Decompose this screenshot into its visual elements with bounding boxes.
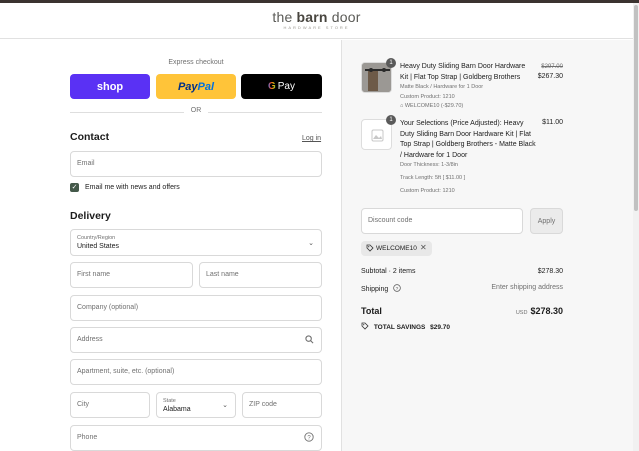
google-pay-label: Pay: [277, 81, 295, 92]
zip-placeholder: ZIP code: [249, 401, 277, 408]
search-icon[interactable]: [305, 335, 314, 346]
help-icon[interactable]: ?: [304, 432, 314, 444]
news-checkbox-label: Email me with news and offers: [85, 184, 180, 191]
country-select[interactable]: Country/Region United States ⌄: [70, 229, 322, 256]
item-name-line: Heavy Duty Sliding Barn Door Hardware: [400, 63, 526, 70]
item-custom-product: Custom Product: 1210: [400, 188, 455, 194]
paypal-button[interactable]: Pay Pal: [156, 74, 236, 99]
quantity-badge: 1: [386, 115, 396, 125]
item-discount-text: WELCOME10 (-$29.70): [404, 103, 464, 109]
address-placeholder: Address: [77, 336, 103, 343]
total-label: Total: [361, 306, 382, 316]
country-value: United States: [77, 243, 120, 250]
shipping-value: Enter shipping address: [491, 284, 563, 291]
total-savings-label: TOTAL SAVINGS: [373, 324, 426, 331]
item-price: $267.30: [537, 73, 563, 80]
quantity-badge: 1: [386, 58, 396, 68]
checkout-form-panel: Express checkout shop Pay Pal G Pay OR Con…: [0, 40, 341, 451]
apply-button[interactable]: Apply: [530, 208, 563, 234]
original-price: $297.00: [541, 64, 563, 70]
total-amount: USD $278.30: [516, 306, 563, 316]
chevron-down-icon: ⌄: [222, 402, 228, 409]
item-name-line: Top Strap | Goldberg Brothers - Matte Bl…: [400, 141, 536, 148]
item-custom-product: Custom Product: 1210: [400, 94, 455, 100]
city-placeholder: City: [77, 401, 90, 408]
state-value: Alabama: [163, 406, 191, 413]
last-name-field[interactable]: Last name: [199, 262, 322, 288]
total-savings: TOTAL SAVINGS $29.70: [361, 322, 450, 332]
site-header: the barn door HARDWARE STORE: [0, 3, 633, 39]
total-value: $278.30: [530, 306, 563, 316]
first-name-field[interactable]: First name: [70, 262, 193, 288]
company-field[interactable]: Company (optional): [70, 295, 322, 321]
last-name-placeholder: Last name: [206, 271, 239, 278]
logo-subtitle: HARDWARE STORE: [283, 25, 350, 30]
or-divider: OR: [70, 107, 322, 117]
zip-field[interactable]: ZIP code: [242, 392, 322, 418]
applied-code-text: WELCOME10: [376, 245, 417, 252]
shop-pay-label: shop: [96, 80, 124, 93]
page-scrollbar[interactable]: [633, 3, 639, 451]
email-field[interactable]: Email: [70, 151, 322, 177]
close-icon[interactable]: ✕: [420, 243, 427, 252]
total-savings-value: $29.70: [430, 324, 451, 331]
tag-icon: ⌂: [400, 103, 404, 109]
city-field[interactable]: City: [70, 392, 150, 418]
logo-word-door: door: [331, 9, 361, 25]
google-pay-button[interactable]: G Pay: [241, 74, 322, 99]
subtotal-label: Subtotal · 2 items: [361, 268, 416, 275]
phone-field[interactable]: Phone ?: [70, 425, 322, 451]
subtotal-value: $278.30: [537, 268, 563, 275]
item-variant: Matte Black / Hardware for 1 Door: [400, 84, 484, 90]
shipping-label: Shipping: [361, 286, 389, 293]
or-text: OR: [190, 107, 202, 114]
contact-heading: Contact: [70, 131, 110, 143]
logo-word-barn: barn: [296, 9, 328, 25]
shipping-row: Shipping ?: [361, 284, 401, 294]
item-name-line: Kit | Flat Top Strap | Goldberg Brothers: [400, 73, 521, 81]
chevron-down-icon: ⌄: [308, 240, 314, 247]
first-name-placeholder: First name: [77, 271, 111, 278]
help-icon[interactable]: ?: [393, 284, 401, 294]
item-name-line: Duty Sliding Barn Door Hardware Kit | Fl…: [400, 130, 531, 138]
logo-word-the: the: [272, 9, 293, 25]
tag-icon: [366, 244, 374, 254]
currency-code: USD: [515, 310, 528, 316]
state-label: State: [163, 398, 176, 404]
apartment-placeholder: Apartment, suite, etc. (optional): [77, 368, 175, 375]
store-logo[interactable]: the barn door: [0, 9, 633, 25]
news-checkbox[interactable]: ✓: [70, 183, 79, 192]
order-summary-panel: 1 Heavy Duty Sliding Barn Door Hardware …: [341, 40, 633, 451]
discount-placeholder: Discount code: [368, 217, 413, 224]
item-name-line: / Hardware for 1 Door: [400, 151, 468, 159]
discount-code-field[interactable]: Discount code: [361, 208, 523, 234]
applied-code-tag: WELCOME10 ✕: [361, 241, 432, 256]
item-discount: ⌂ WELCOME10 (-$29.70): [400, 103, 463, 109]
item-price: $11.00: [542, 119, 563, 126]
google-g-icon: G: [267, 81, 276, 92]
company-placeholder: Company (optional): [77, 304, 139, 311]
email-placeholder: Email: [77, 160, 95, 167]
login-link[interactable]: Log in: [302, 135, 321, 142]
item-track-length: Track Length: 5ft [ $11.00 ]: [400, 175, 466, 181]
item-door-thickness: Door Thickness: 1-3/8in: [400, 162, 458, 168]
apartment-field[interactable]: Apartment, suite, etc. (optional): [70, 359, 322, 385]
shop-pay-button[interactable]: shop: [70, 74, 150, 99]
item-name-line: Your Selections (Price Adjusted): Heavy: [400, 120, 524, 127]
country-label: Country/Region: [77, 235, 116, 241]
svg-text:?: ?: [396, 286, 399, 292]
phone-placeholder: Phone: [77, 434, 98, 441]
paypal-label-pay: Pay: [177, 80, 198, 93]
paypal-label-pal: Pal: [197, 80, 215, 93]
address-field[interactable]: Address: [70, 327, 322, 353]
delivery-heading: Delivery: [70, 210, 111, 222]
tag-icon: [361, 322, 369, 332]
scrollbar-thumb[interactable]: [634, 5, 638, 211]
state-select[interactable]: State Alabama ⌄: [156, 392, 236, 418]
express-checkout-label: Express checkout: [168, 59, 224, 66]
